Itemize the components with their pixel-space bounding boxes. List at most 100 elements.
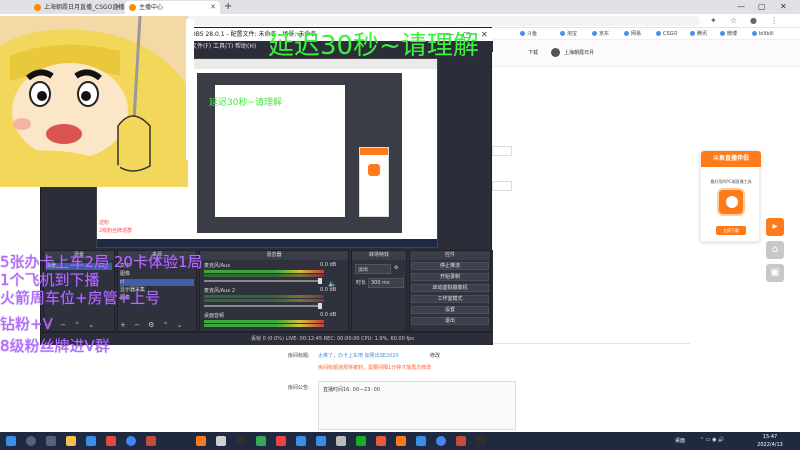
- app-icon[interactable]: [456, 436, 466, 446]
- douyu-icon[interactable]: [196, 436, 206, 446]
- studio-mode-button[interactable]: 工作室模式: [411, 295, 489, 303]
- preview-red-text: 送粉: [99, 220, 110, 226]
- app-icon[interactable]: [276, 436, 286, 446]
- volume-slider[interactable]: [204, 305, 322, 307]
- menu-file[interactable]: 文件(F): [191, 41, 211, 52]
- douyu-app-icon: [717, 188, 745, 216]
- transition-settings-icon[interactable]: ⚙: [394, 265, 398, 271]
- clock-time: 15:47: [762, 434, 778, 440]
- preview-promo-icon: [368, 164, 380, 176]
- bookmark-item[interactable]: 淘宝: [560, 28, 577, 40]
- form-input[interactable]: [492, 181, 512, 191]
- clock[interactable]: 15:47 2022/4/13: [750, 433, 790, 449]
- new-tab-button[interactable]: +: [224, 1, 232, 13]
- overlay-edge: [186, 19, 194, 160]
- obs-icon[interactable]: [236, 436, 246, 446]
- bookmark-item[interactable]: 斗鱼: [520, 28, 537, 40]
- transitions-panel: 转场特效 淡出 ⚙ 时长 300 ms: [351, 250, 407, 332]
- app-icon[interactable]: [146, 436, 156, 446]
- close-tab-icon[interactable]: ✕: [210, 1, 216, 14]
- volume-slider-knob[interactable]: [318, 303, 322, 309]
- search-icon[interactable]: [26, 436, 36, 446]
- settings-button[interactable]: 设置: [411, 306, 489, 314]
- app-icon[interactable]: [396, 436, 406, 446]
- transition-select[interactable]: 淡出: [355, 264, 391, 274]
- edge-icon[interactable]: [86, 436, 96, 446]
- promo-title: 斗鱼直播伴侣: [701, 151, 761, 167]
- obs-close-button[interactable]: ✕: [481, 28, 488, 41]
- menu-icon[interactable]: ⋮: [770, 16, 778, 26]
- minimize-button[interactable]: —: [737, 0, 745, 14]
- stop-streaming-button[interactable]: 停止推流: [411, 262, 489, 270]
- preview-promo-header: [360, 148, 388, 155]
- app-icon[interactable]: [416, 436, 426, 446]
- menu-tools[interactable]: 工具(T): [213, 41, 233, 52]
- tab-streamer-center[interactable]: 主播中心 ✕: [125, 1, 220, 14]
- exit-button[interactable]: 退出: [411, 317, 489, 325]
- tray-icons[interactable]: ⌃ ▭ ◉ 🔊: [700, 437, 724, 443]
- promo-card: 斗鱼直播伴侣 最好用的PC端直播工具 立即下载: [700, 150, 761, 242]
- bookmark-item[interactable]: 网易: [624, 28, 641, 40]
- app-icon[interactable]: [376, 436, 386, 446]
- desktop-label[interactable]: 桌面: [675, 437, 685, 444]
- play-icon[interactable]: ▸: [766, 218, 784, 236]
- announcement-label: 房间公告:: [288, 385, 310, 391]
- chrome-icon[interactable]: [126, 436, 136, 446]
- duration-input[interactable]: 300 ms: [368, 278, 404, 288]
- profile-icon[interactable]: ●: [750, 16, 757, 26]
- close-tab-icon[interactable]: ✕: [115, 1, 121, 14]
- preview-taskbar: [97, 239, 437, 247]
- sources-toolbar[interactable]: + − ⚙ ⌃ ⌄: [120, 321, 186, 329]
- chrome-icon[interactable]: [436, 436, 446, 446]
- volume-slider-knob[interactable]: [318, 278, 322, 284]
- file-explorer-icon[interactable]: [66, 436, 76, 446]
- preview-overlay-text: 延迟30秒~请理解: [209, 98, 282, 108]
- avatar[interactable]: [551, 48, 560, 57]
- maximize-button[interactable]: ▢: [758, 0, 766, 14]
- source-item[interactable]: 图像: [120, 271, 194, 278]
- download-app-button[interactable]: 立即下载: [716, 226, 746, 235]
- clock-date: 2022/4/13: [757, 442, 783, 448]
- scenes-toolbar[interactable]: + − ⌃ ⌄: [46, 321, 97, 329]
- wechat-icon[interactable]: [356, 436, 366, 446]
- app-icon[interactable]: [216, 436, 226, 446]
- start-recording-button[interactable]: 开始录制: [411, 273, 489, 281]
- virtual-camera-button[interactable]: 启动虚拟摄像机: [411, 284, 489, 292]
- announcement-textarea[interactable]: 直播时间16: 00—23: 00: [318, 381, 516, 430]
- edit-title-button[interactable]: 修改: [430, 352, 440, 359]
- steam-icon[interactable]: [336, 436, 346, 446]
- app-icon[interactable]: [296, 436, 306, 446]
- task-view-icon[interactable]: [46, 436, 56, 446]
- rules-line: 5张办卡上车2局 20卡体验1局: [0, 253, 203, 271]
- bookmark-item[interactable]: 京东: [592, 28, 609, 40]
- delay-notice-overlay: 延迟30秒~请理解: [268, 31, 479, 61]
- bookmark-item[interactable]: 微博: [720, 28, 737, 40]
- app-icon[interactable]: [256, 436, 266, 446]
- rules-line: 火箭周车位+房管+上号: [0, 289, 161, 307]
- screen-side-icon[interactable]: ▣: [766, 264, 784, 282]
- audio-meter: [204, 274, 324, 277]
- douyu-favicon-icon: [34, 4, 41, 11]
- source-item[interactable]: cl: [120, 279, 194, 286]
- room-title-warning: 房间标题违规将被封，需要间隔1分钟才能再次修改: [318, 365, 432, 371]
- app-icon[interactable]: [476, 436, 486, 446]
- windows-start-icon[interactable]: [6, 436, 16, 446]
- bookmark-item[interactable]: 腾讯: [690, 28, 707, 40]
- mixer-channel-level: 0.0 dB: [320, 312, 337, 318]
- app-icon[interactable]: [316, 436, 326, 446]
- home-side-icon[interactable]: ⌂: [766, 241, 784, 259]
- extensions-icon[interactable]: ✦: [710, 16, 717, 26]
- volume-slider[interactable]: [204, 280, 322, 282]
- close-window-button[interactable]: ✕: [780, 0, 787, 14]
- app-icon[interactable]: [106, 436, 116, 446]
- bookmark-item[interactable]: CSGO: [656, 28, 677, 40]
- bookmark-item[interactable]: bilibili: [752, 28, 774, 40]
- tab-label: 上海朝霞日月直播_CSGO直播: [44, 4, 125, 11]
- tab-stream-room[interactable]: 上海朝霞日月直播_CSGO直播 ✕: [30, 1, 125, 14]
- form-input[interactable]: [492, 146, 512, 156]
- rules-line: 8级粉丝牌进V群: [0, 337, 110, 355]
- star-icon[interactable]: ☆: [730, 16, 737, 26]
- menu-help[interactable]: 帮助(H): [235, 41, 256, 52]
- profile-name[interactable]: 上海朝霞日月: [564, 49, 594, 56]
- download-link[interactable]: 下载: [528, 49, 538, 56]
